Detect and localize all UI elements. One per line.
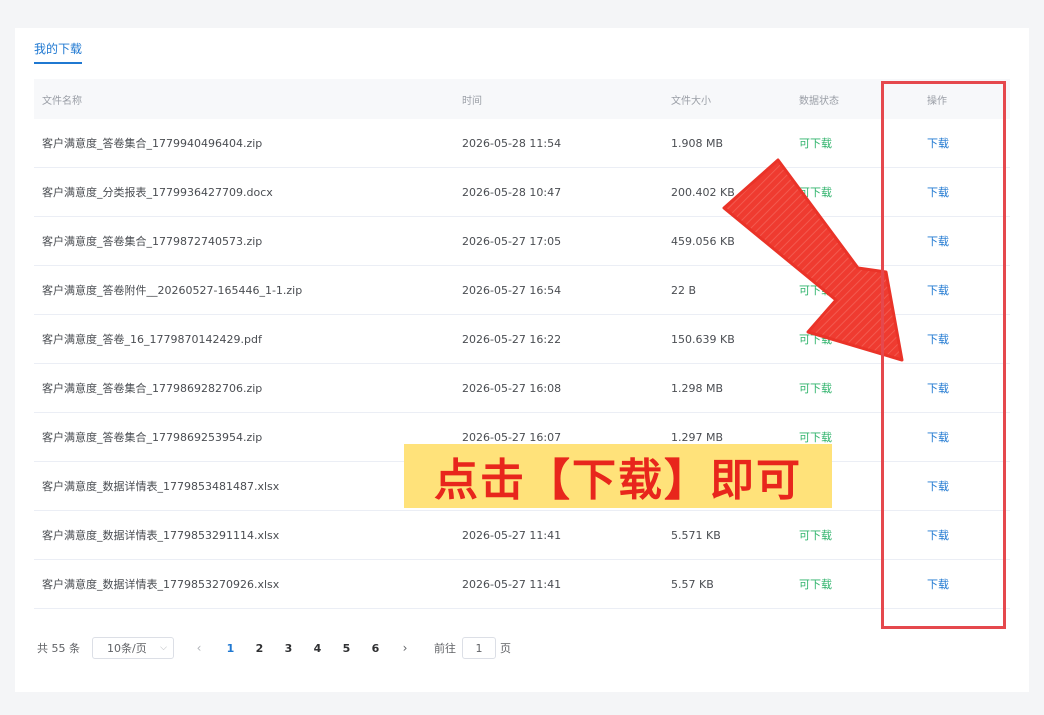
time-cell: 2026-05-27 17:05: [462, 234, 562, 248]
time-cell: 2026-05-27 11:41: [462, 528, 562, 542]
file-size-cell: 1.298 MB: [671, 381, 724, 395]
total-count: 共 55 条: [37, 642, 80, 655]
time-cell: 2026-05-28 10:47: [462, 185, 562, 199]
page-numbers: 123456: [216, 642, 390, 655]
time-cell: 2026-05-27 16:54: [462, 283, 562, 297]
page-3[interactable]: 3: [274, 642, 303, 655]
header-file-name: 文件名称: [42, 95, 82, 107]
time-cell: 2026-05-27 11:41: [462, 577, 562, 591]
tab-my-downloads[interactable]: 我的下载: [34, 40, 83, 64]
time-cell: 2026-05-27 16:07: [462, 430, 562, 444]
page-5[interactable]: 5: [332, 642, 361, 655]
goto-label: 前往: [434, 642, 456, 655]
pagination: 共 55 条 10条/页 ⌵ ‹ 123456 › 前往 页: [37, 637, 511, 659]
file-name-cell: 客户满意度_答卷集合_1779872740573.zip: [42, 235, 263, 248]
instruction-text: 点击【下载】即可: [434, 455, 802, 506]
header-data-status: 数据状态: [799, 95, 839, 107]
page-2[interactable]: 2: [245, 642, 274, 655]
status-cell: 可下载: [799, 382, 832, 395]
status-cell: 可下载: [799, 137, 832, 150]
file-name-cell: 客户满意度_答卷_16_1779870142429.pdf: [42, 333, 262, 346]
header-time: 时间: [462, 95, 482, 107]
page-1[interactable]: 1: [216, 642, 245, 655]
table-row: 客户满意度_数据详情表_1779853291114.xlsx 2026-05-27…: [34, 511, 1010, 560]
file-name-cell: 客户满意度_答卷集合_1779940496404.zip: [42, 137, 263, 150]
file-name-cell: 客户满意度_答卷集合_1779869282706.zip: [42, 382, 263, 395]
file-name-cell: 客户满意度_答卷集合_1779869253954.zip: [42, 431, 263, 444]
file-name-cell: 客户满意度_答卷附件__20260527-165446_1-1.zip: [42, 284, 303, 297]
time-cell: 2026-05-27 16:22: [462, 332, 562, 346]
status-cell: 可下载: [799, 529, 832, 542]
page-size-select[interactable]: 10条/页 ⌵: [92, 637, 174, 659]
time-cell: 2026-05-27 16:08: [462, 381, 562, 395]
file-size-cell: 5.57 KB: [671, 577, 714, 591]
page-size-value: 10条/页: [107, 642, 147, 655]
chevron-right-icon[interactable]: ›: [396, 641, 414, 655]
table-header: 文件名称 时间 文件大小 数据状态 操作: [34, 79, 1010, 119]
goto-unit: 页: [500, 642, 511, 655]
file-name-cell: 客户满意度_分类报表_1779936427709.docx: [42, 186, 273, 199]
instruction-banner: 点击【下载】即可: [404, 444, 832, 508]
action-column-highlight: [881, 81, 1006, 629]
page-4[interactable]: 4: [303, 642, 332, 655]
status-cell: 可下载: [799, 578, 832, 591]
status-cell: 可下载: [799, 431, 832, 444]
goto-page-input[interactable]: [462, 637, 496, 659]
table-row: 客户满意度_答卷集合_1779869282706.zip 2026-05-27 1…: [34, 364, 1010, 413]
file-size-cell: 1.297 MB: [671, 430, 724, 444]
file-size-cell: 1.908 MB: [671, 136, 724, 150]
file-size-cell: 5.571 KB: [671, 528, 721, 542]
time-cell: 2026-05-28 11:54: [462, 136, 562, 150]
file-size-cell: 22 B: [671, 283, 697, 297]
chevron-down-icon: ⌵: [160, 643, 167, 653]
page-6[interactable]: 6: [361, 642, 390, 655]
header-file-size: 文件大小: [671, 95, 711, 107]
file-name-cell: 客户满意度_数据详情表_1779853481487.xlsx: [42, 480, 280, 493]
file-name-cell: 客户满意度_数据详情表_1779853291114.xlsx: [42, 529, 280, 542]
table-row: 客户满意度_数据详情表_1779853270926.xlsx 2026-05-27…: [34, 560, 1010, 609]
file-name-cell: 客户满意度_数据详情表_1779853270926.xlsx: [42, 578, 280, 591]
chevron-left-icon[interactable]: ‹: [190, 641, 208, 655]
